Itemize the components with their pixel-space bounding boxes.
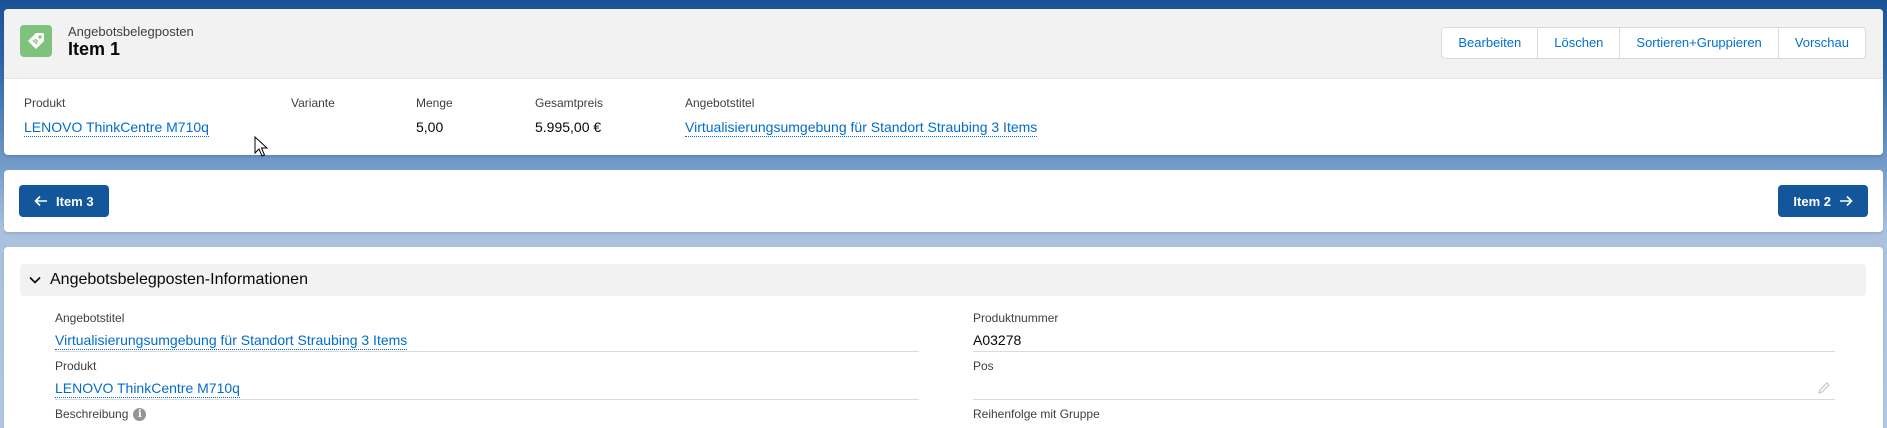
- section-title: Angebotsbelegposten-Informationen: [50, 271, 308, 288]
- highlight-label: Angebotstitel: [685, 96, 755, 110]
- next-item-button[interactable]: Item 2: [1778, 185, 1868, 217]
- highlight-menge: Menge 5,00: [416, 96, 453, 135]
- field-angebotstitel: Angebotstitel Virtualisierungsumgebung f…: [55, 311, 919, 352]
- highlight-variante: Variante: [291, 96, 335, 119]
- mouse-cursor-icon: [254, 136, 268, 157]
- previous-item-label: Item 3: [56, 193, 94, 209]
- highlight-label: Menge: [416, 96, 453, 110]
- product-link[interactable]: LENOVO ThinkCentre M710q: [24, 119, 209, 137]
- record-navigation-card: Item 3 Item 2: [4, 170, 1883, 232]
- highlight-produkt: Produkt LENOVO ThinkCentre M710q: [24, 96, 209, 137]
- highlight-value: 5,00: [416, 119, 444, 135]
- highlight-value: 5.995,00 €: [535, 119, 602, 135]
- price-tag-icon: [20, 25, 52, 57]
- preview-button[interactable]: Vorschau: [1777, 28, 1865, 58]
- sort-group-button[interactable]: Sortieren+Gruppieren: [1619, 28, 1777, 58]
- field-label: Reihenfolge mit Gruppe: [973, 407, 1100, 421]
- field-pos: Pos: [973, 359, 1835, 400]
- edit-button[interactable]: Bearbeiten: [1442, 28, 1537, 58]
- field-beschreibung: Beschreibung i: [55, 407, 919, 421]
- record-details-card: Angebotsbelegposten-Informationen Angebo…: [4, 247, 1883, 428]
- product-field-link[interactable]: LENOVO ThinkCentre M710q: [55, 380, 240, 398]
- next-item-label: Item 2: [1793, 193, 1831, 209]
- arrow-left-icon: [34, 195, 47, 207]
- highlight-angebotstitel: Angebotstitel Virtualisierungsumgebung f…: [685, 96, 1038, 137]
- section-header[interactable]: Angebotsbelegposten-Informationen: [20, 264, 1866, 296]
- field-label: Pos: [973, 359, 994, 373]
- info-icon[interactable]: i: [133, 407, 147, 421]
- highlight-label: Variante: [291, 96, 335, 110]
- arrow-right-icon: [1840, 195, 1853, 207]
- field-value: A03278: [973, 332, 1835, 352]
- field-reihenfolge: Reihenfolge mit Gruppe: [973, 407, 1835, 421]
- highlight-label: Produkt: [24, 96, 66, 110]
- object-type-label: Angebotsbelegposten: [68, 24, 194, 39]
- edit-pencil-icon[interactable]: [1817, 381, 1831, 395]
- record-title: Item 1: [68, 39, 121, 59]
- highlight-label: Gesamtpreis: [535, 96, 604, 110]
- delete-button[interactable]: Löschen: [1537, 28, 1619, 58]
- quote-title-link[interactable]: Virtualisierungsumgebung für Standort St…: [685, 119, 1038, 137]
- field-label: Produktnummer: [973, 311, 1059, 325]
- field-produktnummer: Produktnummer A03278: [973, 311, 1835, 352]
- previous-item-button[interactable]: Item 3: [19, 185, 109, 217]
- field-label: Produkt: [55, 359, 97, 373]
- field-produkt: Produkt LENOVO ThinkCentre M710q: [55, 359, 919, 400]
- field-label: Beschreibung: [55, 407, 129, 421]
- record-header-bar: Angebotsbelegposten Item 1 Bearbeiten Lö…: [4, 9, 1883, 79]
- chevron-down-icon: [29, 276, 41, 284]
- quote-title-field-link[interactable]: Virtualisierungsumgebung für Standort St…: [55, 332, 408, 350]
- record-header-card: Angebotsbelegposten Item 1 Bearbeiten Lö…: [4, 9, 1883, 155]
- action-button-group: Bearbeiten Löschen Sortieren+Gruppieren …: [1441, 27, 1866, 59]
- highlight-gesamtpreis: Gesamtpreis 5.995,00 €: [535, 96, 603, 135]
- field-label: Angebotstitel: [55, 311, 125, 325]
